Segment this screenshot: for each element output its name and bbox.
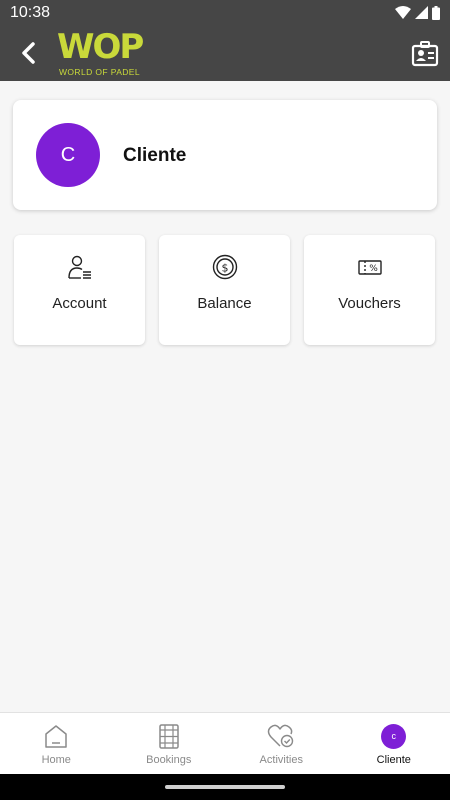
avatar: C xyxy=(36,123,100,187)
voucher-percent-icon: % xyxy=(356,253,384,281)
nav-label-bookings: Bookings xyxy=(146,754,192,766)
svg-text:%: % xyxy=(369,264,378,274)
account-label: Account xyxy=(52,295,107,312)
nav-item-cliente[interactable]: c Cliente xyxy=(338,713,450,774)
nav-item-bookings[interactable]: Bookings xyxy=(113,713,226,774)
nav-avatar: c xyxy=(380,722,408,750)
avatar: c xyxy=(381,723,407,749)
nav-label-home: Home xyxy=(41,754,71,766)
home-icon xyxy=(42,722,70,750)
home-indicator[interactable] xyxy=(165,785,285,789)
status-icons xyxy=(395,5,440,20)
court-icon xyxy=(155,722,183,750)
back-button[interactable] xyxy=(12,37,44,69)
status-time: 10:38 xyxy=(10,4,51,21)
balance-label: Balance xyxy=(197,295,252,312)
nav-label-cliente: Cliente xyxy=(376,754,411,766)
status-bar: 10:38 xyxy=(0,0,450,25)
heart-check-icon xyxy=(267,722,295,750)
wifi-icon xyxy=(395,6,411,19)
nav-item-activities[interactable]: Activities xyxy=(225,713,338,774)
system-nav-bar xyxy=(0,774,450,800)
wop-logo: WOP WORLD OF PADEL xyxy=(57,29,182,79)
svg-text:$: $ xyxy=(221,262,228,275)
profile-name: Cliente xyxy=(123,145,187,166)
signal-icon xyxy=(415,6,428,19)
contact-card-icon xyxy=(411,41,439,67)
profile-card: C Cliente xyxy=(13,100,437,210)
vouchers-label: Vouchers xyxy=(338,295,401,312)
logo-wordmark: WOP xyxy=(57,27,144,67)
vouchers-tile[interactable]: % Vouchers xyxy=(304,235,435,345)
logo-subtitle: WORLD OF PADEL xyxy=(59,67,141,77)
bottom-nav: Home Bookings Activities c Cliente xyxy=(0,712,450,774)
account-tile[interactable]: Account xyxy=(14,235,145,345)
nav-label-activities: Activities xyxy=(259,754,303,766)
nav-item-home[interactable]: Home xyxy=(0,713,113,774)
dollar-coin-icon: $ xyxy=(211,253,239,281)
app-bar: WOP WORLD OF PADEL xyxy=(0,25,450,81)
account-list-icon xyxy=(66,253,94,281)
balance-tile[interactable]: $ Balance xyxy=(159,235,290,345)
chevron-left-icon xyxy=(22,42,35,64)
battery-icon xyxy=(432,5,440,20)
contact-card-button[interactable] xyxy=(410,39,440,69)
